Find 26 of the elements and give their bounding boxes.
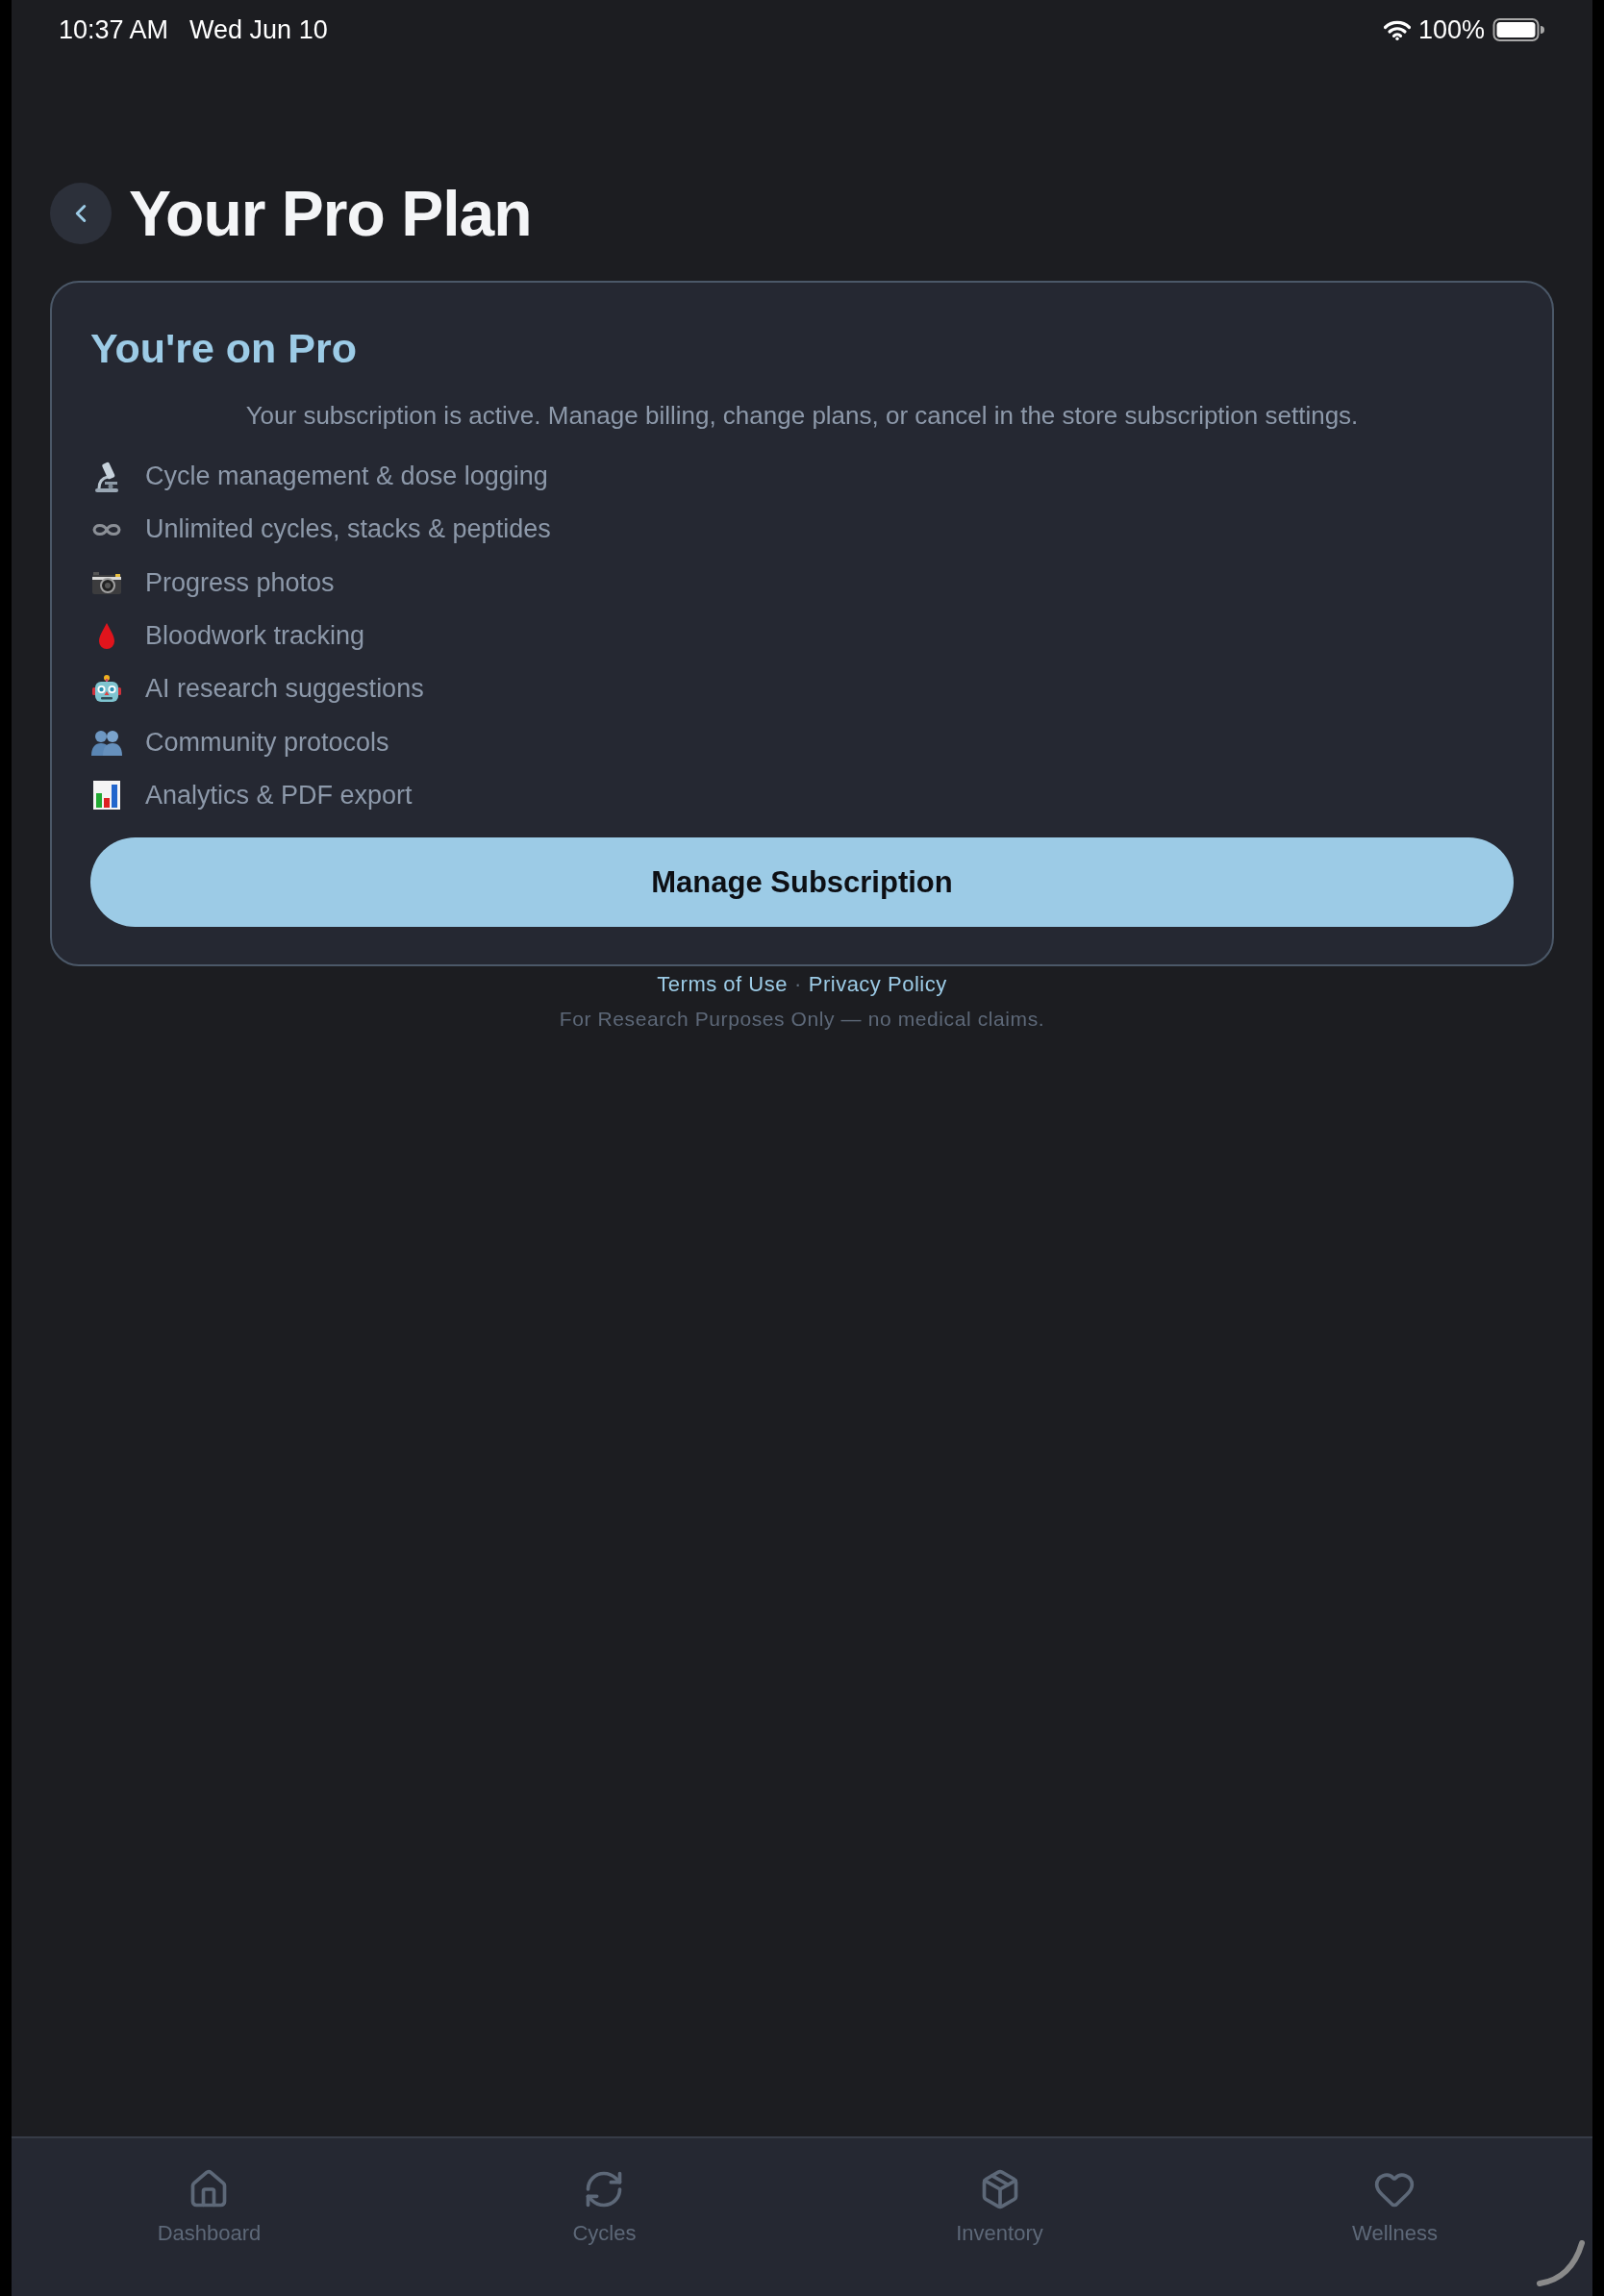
card-title: You're on Pro [90,324,357,373]
status-date: Wed Jun 10 [189,14,328,45]
status-time: 10:37 AM [59,14,169,45]
bar-chart-icon [90,779,123,812]
feature-label: Progress photos [145,567,335,598]
battery-percent: 100% [1417,14,1485,45]
link-separator: · [793,971,802,999]
feature-label: Community protocols [145,727,389,758]
battery-icon [1492,17,1544,42]
feature-label: Bloodwork tracking [145,621,365,652]
tab-item[interactable]: Cycles [572,2168,637,2247]
feature-label: AI research suggestions [145,674,424,705]
feature-label: Unlimited cycles, stacks & peptides [145,514,551,545]
feature-label: Analytics & PDF export [145,780,413,811]
subscription-description: Your subscription is active. Manage billing, change plans, or cancel in the store subscription settings. [244,400,1360,432]
privacy-link[interactable]: Privacy Policy [808,970,947,1000]
feature-label: Cycle management & dose logging [145,462,548,492]
tab-item[interactable]: Wellness [1352,2168,1438,2247]
terms-link[interactable]: Terms of Use [657,970,788,1000]
page-title: Your Pro Plan [129,182,532,245]
tab-item[interactable]: Dashboard [157,2168,262,2247]
manage-subscription-button[interactable]: Manage Subscription [90,837,1514,928]
arc-icon [1537,2240,1585,2286]
wifi-icon [1383,19,1411,40]
tab-item[interactable]: Inventory [956,2168,1043,2247]
disclaimer-text: For Research Purposes Only — no medical claims. [559,1007,1045,1033]
